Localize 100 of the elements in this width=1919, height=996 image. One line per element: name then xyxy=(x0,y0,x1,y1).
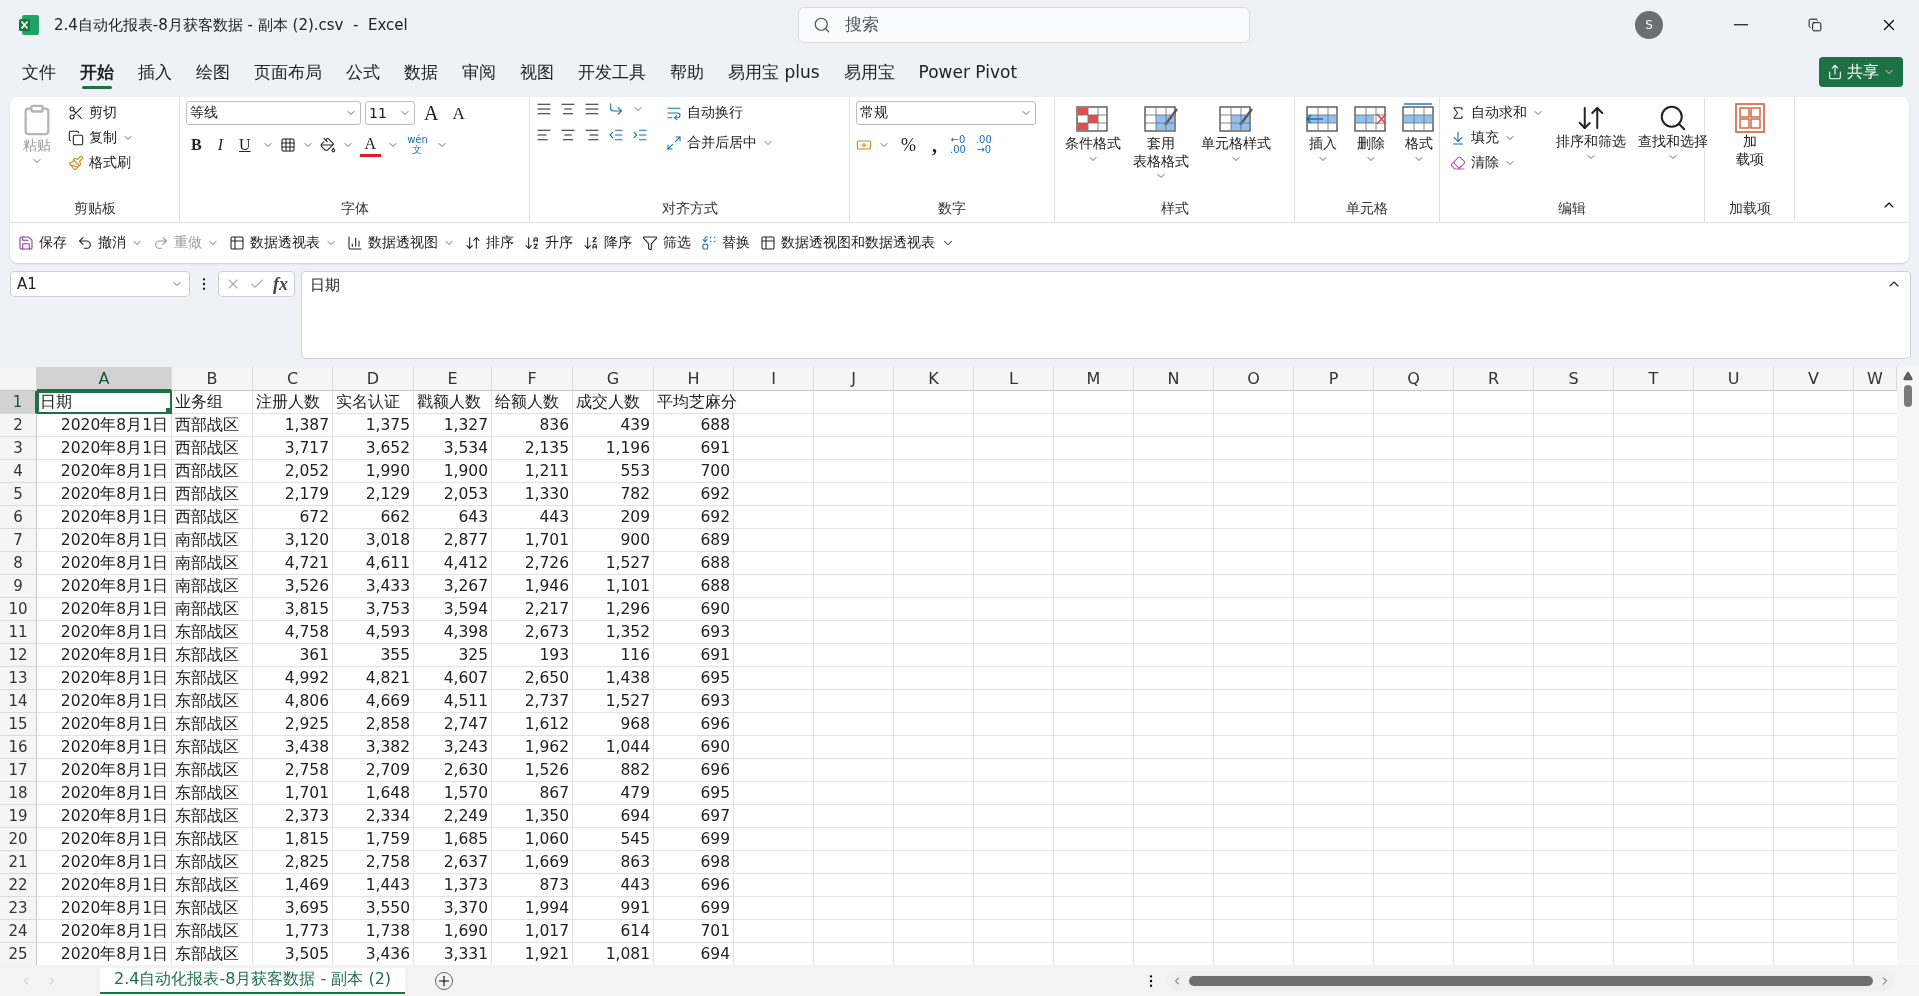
row-header[interactable]: 22 xyxy=(0,874,37,897)
row-header[interactable]: 21 xyxy=(0,851,37,874)
column-header[interactable]: S xyxy=(1534,367,1614,391)
column-header[interactable]: T xyxy=(1614,367,1694,391)
user-avatar[interactable]: S xyxy=(1635,11,1663,39)
ribbon-tab[interactable]: 易用宝 plus xyxy=(718,52,830,92)
search-input[interactable]: 搜索 xyxy=(843,14,1235,36)
ribbon-button[interactable]: 条件格式 xyxy=(1061,101,1125,167)
underline-button[interactable]: U xyxy=(234,135,256,155)
scrollbar-thumb[interactable] xyxy=(1904,385,1912,407)
toolbar-button[interactable]: 升序 xyxy=(520,231,577,255)
clipboard-button[interactable]: 剪切 xyxy=(64,101,138,125)
ribbon-button[interactable]: 单元格样式 xyxy=(1197,101,1275,167)
ribbon-tab[interactable]: 插入 xyxy=(128,52,182,92)
font-name-field[interactable]: 等线 xyxy=(186,101,361,125)
ribbon-tab[interactable]: 绘图 xyxy=(186,52,240,92)
search-bar[interactable]: 搜索 xyxy=(798,7,1250,43)
ribbon-button[interactable]: 删除 xyxy=(1349,101,1393,167)
row-header[interactable]: 18 xyxy=(0,782,37,805)
toolbar-button[interactable]: 撤消 xyxy=(73,231,147,255)
row-header[interactable]: 16 xyxy=(0,736,37,759)
column-header[interactable]: V xyxy=(1774,367,1854,391)
grow-font-button[interactable]: A xyxy=(419,101,444,125)
row-header[interactable]: 3 xyxy=(0,437,37,460)
ribbon-button[interactable]: 格式 xyxy=(1397,101,1441,167)
column-header[interactable]: P xyxy=(1294,367,1374,391)
ribbon-tab[interactable]: 审阅 xyxy=(452,52,506,92)
ribbon-tab[interactable]: 易用宝 xyxy=(833,52,905,92)
editing-button[interactable]: 清除 xyxy=(1446,151,1548,175)
name-box[interactable]: A1 xyxy=(10,271,190,297)
toolbar-button[interactable]: 数据透视表 xyxy=(225,231,341,255)
column-header[interactable]: F xyxy=(492,367,573,391)
row-header[interactable]: 24 xyxy=(0,920,37,943)
ribbon-tab[interactable]: 文件 xyxy=(12,52,66,92)
row-header[interactable]: 25 xyxy=(0,943,37,965)
column-header[interactable]: K xyxy=(894,367,974,391)
increase-decimal-button[interactable]: .00 →0 xyxy=(973,133,994,157)
row-header[interactable]: 8 xyxy=(0,552,37,575)
column-header[interactable]: Q xyxy=(1374,367,1454,391)
shrink-font-button[interactable]: A xyxy=(447,102,470,124)
column-header[interactable]: B xyxy=(172,367,253,391)
ribbon-tab[interactable]: 公式 xyxy=(336,52,390,92)
fill-handle[interactable] xyxy=(166,408,171,413)
select-all-button[interactable] xyxy=(0,367,37,391)
editing-button[interactable]: 自动求和 xyxy=(1446,101,1548,125)
column-header[interactable]: N xyxy=(1134,367,1214,391)
row-header[interactable]: 23 xyxy=(0,897,37,920)
toolbar-button[interactable]: 排序 xyxy=(461,231,518,255)
ribbon-button[interactable]: 排序和筛选 xyxy=(1552,101,1630,165)
column-header[interactable]: C xyxy=(253,367,333,391)
toolbar-button[interactable]: 数据透视图和数据透视表 xyxy=(756,231,939,255)
column-header[interactable]: M xyxy=(1054,367,1134,391)
column-header[interactable]: H xyxy=(654,367,734,391)
addins-button[interactable]: 加 载项 xyxy=(1730,101,1769,170)
row-header[interactable]: 7 xyxy=(0,529,37,552)
row-header[interactable]: 10 xyxy=(0,598,37,621)
ribbon-tab[interactable]: 开始 xyxy=(70,52,124,92)
bold-button[interactable]: B xyxy=(186,135,207,155)
column-header[interactable]: U xyxy=(1694,367,1774,391)
column-header[interactable]: L xyxy=(974,367,1054,391)
row-header[interactable]: 15 xyxy=(0,713,37,736)
row-header[interactable]: 6 xyxy=(0,506,37,529)
italic-button[interactable]: I xyxy=(212,135,228,155)
wrap-text-button[interactable]: 自动换行 xyxy=(662,101,778,125)
row-header[interactable]: 4 xyxy=(0,460,37,483)
row-header[interactable]: 5 xyxy=(0,483,37,506)
column-header[interactable]: J xyxy=(814,367,894,391)
column-header[interactable]: A xyxy=(37,367,172,391)
number-format-field[interactable]: 常规 xyxy=(856,101,1036,125)
row-header[interactable]: 11 xyxy=(0,621,37,644)
decrease-decimal-button[interactable]: ←0 .00 xyxy=(948,133,968,157)
toolbar-button[interactable]: 替换 xyxy=(697,231,754,255)
formula-field[interactable]: 日期 xyxy=(301,271,1911,359)
toolbar-button[interactable]: 数据透视图 xyxy=(343,231,459,255)
toolbar-button[interactable]: 筛选 xyxy=(638,231,695,255)
font-color-button[interactable]: A xyxy=(359,133,382,157)
ribbon-button[interactable]: 插入 xyxy=(1301,101,1345,167)
column-header[interactable]: G xyxy=(573,367,654,391)
ribbon-button[interactable]: 查找和选择 xyxy=(1634,101,1712,165)
column-header[interactable]: I xyxy=(734,367,814,391)
ribbon-button[interactable]: 套用 表格格式 xyxy=(1129,101,1193,184)
row-header[interactable]: 1 xyxy=(0,391,37,414)
insert-function-button[interactable]: fx xyxy=(273,273,288,295)
row-header[interactable]: 13 xyxy=(0,667,37,690)
percent-button[interactable]: % xyxy=(896,134,921,156)
ribbon-tab[interactable]: 开发工具 xyxy=(568,52,656,92)
ribbon-tab[interactable]: 页面布局 xyxy=(244,52,332,92)
merge-center-button[interactable]: 合并后居中 xyxy=(662,131,778,155)
row-header[interactable]: 17 xyxy=(0,759,37,782)
clipboard-button[interactable]: 格式刷 xyxy=(64,151,138,175)
column-header[interactable]: E xyxy=(414,367,492,391)
comma-button[interactable]: , xyxy=(927,133,942,157)
toolbar-button[interactable]: 降序 xyxy=(579,231,636,255)
scrollbar-thumb[interactable] xyxy=(1189,975,1873,986)
column-header[interactable]: D xyxy=(333,367,414,391)
share-button[interactable]: 共享 xyxy=(1819,57,1903,87)
toolbar-button[interactable]: 保存 xyxy=(14,231,71,255)
row-header[interactable]: 20 xyxy=(0,828,37,851)
ribbon-tab[interactable]: 视图 xyxy=(510,52,564,92)
column-header[interactable]: W xyxy=(1854,367,1897,391)
